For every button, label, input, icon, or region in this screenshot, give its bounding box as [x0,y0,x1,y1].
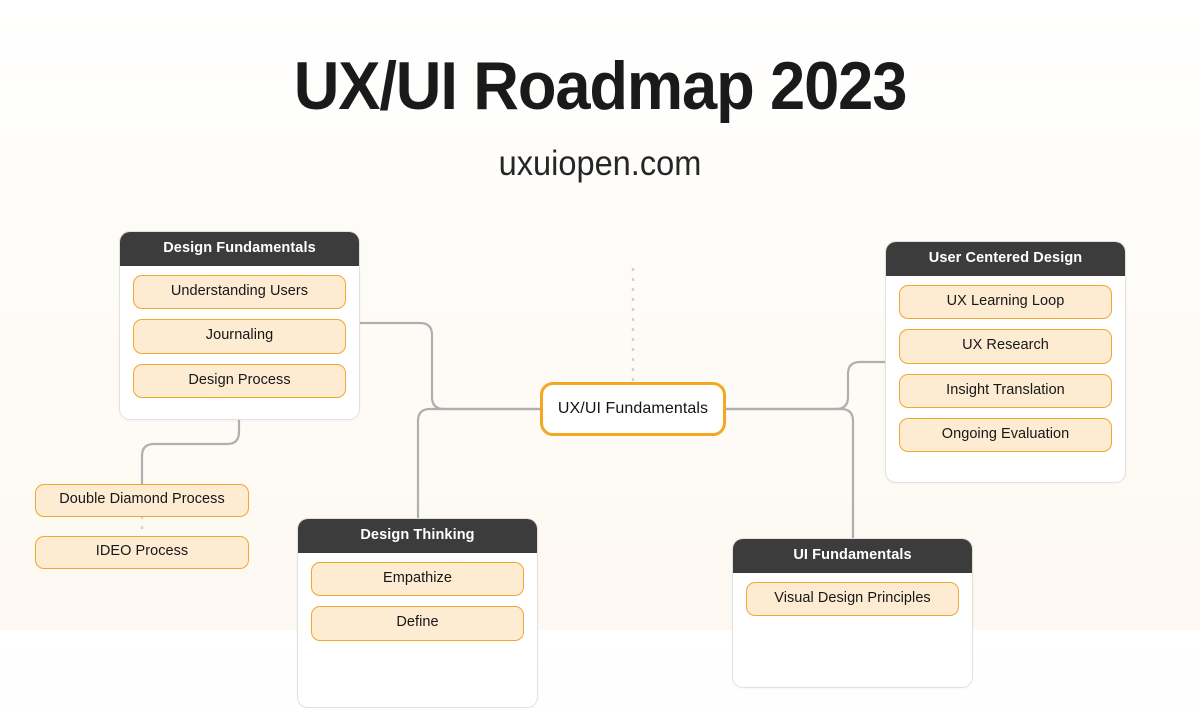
card-items-ui-fundamentals: Visual Design Principles [733,573,972,629]
node-insight-translation[interactable]: Insight Translation [899,373,1112,408]
node-empathize[interactable]: Empathize [311,562,524,597]
node-understanding-users[interactable]: Understanding Users [133,275,346,310]
card-design-thinking[interactable]: Design Thinking Empathize Define [297,518,538,708]
node-ux-learning-loop[interactable]: UX Learning Loop [899,285,1112,320]
node-design-process[interactable]: Design Process [133,363,346,398]
node-double-diamond-process[interactable]: Double Diamond Process [35,484,249,517]
card-items-design-fundamentals: Understanding Users Journaling Design Pr… [120,266,359,411]
node-ongoing-evaluation[interactable]: Ongoing Evaluation [899,417,1112,453]
card-title-design-fundamentals: Design Fundamentals [120,232,359,267]
edge-design-fundamentals-to-hub [358,321,542,411]
edge-hub-to-design-thinking [416,407,542,522]
card-design-fundamentals[interactable]: Design Fundamentals Understanding Users … [119,231,360,420]
roadmap-canvas: UX/UI Roadmap 2023 uxuiopen.com Design F… [0,0,1200,708]
node-hub-ux-ui-fundamentals[interactable]: UX/UI Fundamentals [540,382,726,436]
card-title-user-centered-design: User Centered Design [886,242,1125,277]
edge-hub-to-ui-fundamentals [724,407,855,542]
node-journaling[interactable]: Journaling [133,319,346,354]
node-ideo-process[interactable]: IDEO Process [35,536,249,569]
edge-hub-to-user-centered-design [724,360,888,411]
card-user-centered-design[interactable]: User Centered Design UX Learning Loop UX… [885,241,1126,483]
edge-design-fundamentals-to-double-diamond [140,418,241,486]
node-visual-design-principles[interactable]: Visual Design Principles [746,582,959,617]
card-title-design-thinking: Design Thinking [298,519,537,554]
card-title-ui-fundamentals: UI Fundamentals [733,539,972,574]
card-ui-fundamentals[interactable]: UI Fundamentals Visual Design Principles [732,538,973,688]
node-define[interactable]: Define [311,606,524,641]
card-items-user-centered-design: UX Learning Loop UX Research Insight Tra… [886,276,1125,465]
card-items-design-thinking: Empathize Define [298,553,537,653]
node-ux-research[interactable]: UX Research [899,329,1112,364]
